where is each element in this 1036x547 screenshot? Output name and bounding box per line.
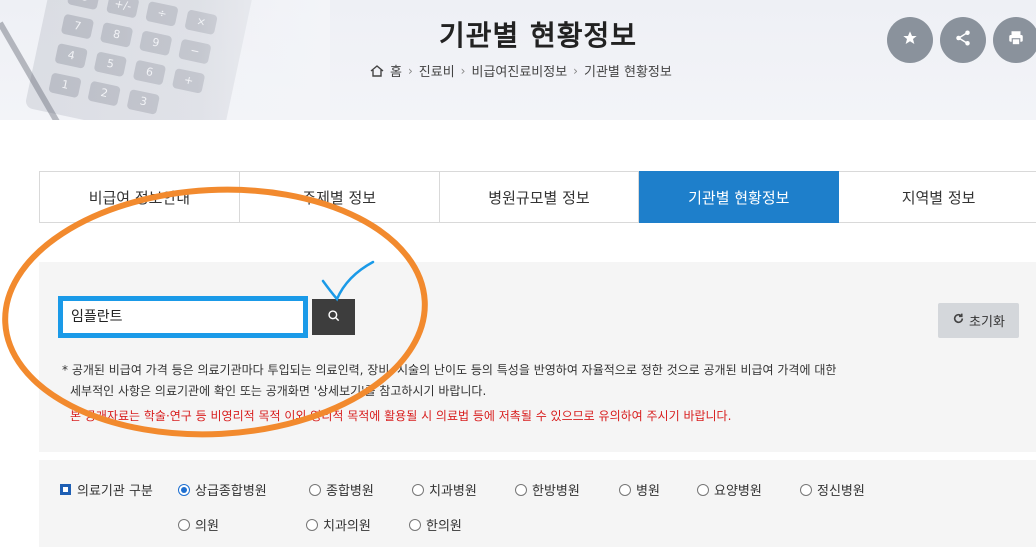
reset-button[interactable]: 초기화 [938,303,1019,338]
notice-warning: 본 공개자료는 학술·연구 등 비영리적 목적 이외 영리적 목적에 활용될 시… [70,409,732,423]
tab-by-region[interactable]: 지역별 정보 [839,172,1036,222]
breadcrumb-item[interactable]: 비급여진료비정보 [471,61,567,80]
breadcrumb-home[interactable]: 홈 [390,61,402,80]
reset-label: 초기화 [969,315,1005,330]
radio-nursing-hospital[interactable]: 요양병원 [697,480,762,499]
chevron-right-icon: › [460,63,466,78]
favorite-button[interactable] [887,17,933,63]
radio-icon [619,483,631,496]
star-icon [902,30,918,50]
radio-hospital[interactable]: 병원 [619,480,660,499]
radio-selected-icon [178,483,190,496]
breadcrumb-item[interactable]: 진료비 [419,61,455,80]
refresh-icon [952,312,965,329]
share-button[interactable] [940,17,986,63]
print-icon [1007,29,1025,51]
radio-tertiary-hospital[interactable]: 상급종합병원 [178,480,267,499]
category-tabs: 비급여 정보안내 주제별 정보 병원규모별 정보 기관별 현황정보 지역별 정보 [39,171,1036,223]
radio-general-hospital[interactable]: 종합병원 [309,480,374,499]
share-icon [954,29,972,51]
radio-icon [178,518,190,531]
radio-icon [306,518,318,531]
radio-icon [412,483,424,496]
search-button[interactable] [312,299,355,335]
radio-clinic[interactable]: 의원 [178,515,219,534]
radio-icon [697,483,709,496]
radio-icon [515,483,527,496]
radio-icon [800,483,812,496]
radio-dental-hospital[interactable]: 치과병원 [412,480,477,499]
home-icon[interactable] [370,64,384,77]
radio-oriental-clinic[interactable]: 한의원 [409,515,462,534]
print-button[interactable] [993,17,1036,63]
notice-line: 세부적인 사항은 의료기관에 확인 또는 공개화면 '상세보기'를 참고하시기 … [70,384,487,398]
breadcrumb: 홈 › 진료비 › 비급여진료비정보 › 기관별 현황정보 [370,61,672,80]
page-title: 기관별 현황정보 [438,19,638,52]
radio-oriental-hospital[interactable]: 한방병원 [515,480,580,499]
notice-line: * 공개된 비급여 가격 등은 의료기관마다 투입되는 의료인력, 장비, 시술… [62,363,837,377]
tab-by-hospital-size[interactable]: 병원규모별 정보 [439,172,640,222]
breadcrumb-current: 기관별 현황정보 [583,65,672,80]
radio-mental-hospital[interactable]: 정신병원 [800,480,865,499]
tab-noncovered-info[interactable]: 비급여 정보안내 [40,172,240,222]
search-input[interactable]: 임플란트 [58,296,308,338]
search-icon [327,308,341,327]
tab-by-topic[interactable]: 주제별 정보 [239,172,440,222]
bullet-square-icon [60,484,71,495]
notice-text: * 공개된 비급여 가격 등은 의료기관마다 투입되는 의료인력, 장비, 시술… [62,360,942,427]
chevron-right-icon: › [407,63,413,78]
radio-dental-clinic[interactable]: 치과의원 [306,515,371,534]
filter-label-text: 의료기관 구분 [77,484,153,499]
tab-by-institution[interactable]: 기관별 현황정보 [639,171,840,223]
radio-icon [409,518,421,531]
radio-icon [309,483,321,496]
filter-label: 의료기관 구분 [60,480,153,499]
chevron-right-icon: › [573,63,578,78]
